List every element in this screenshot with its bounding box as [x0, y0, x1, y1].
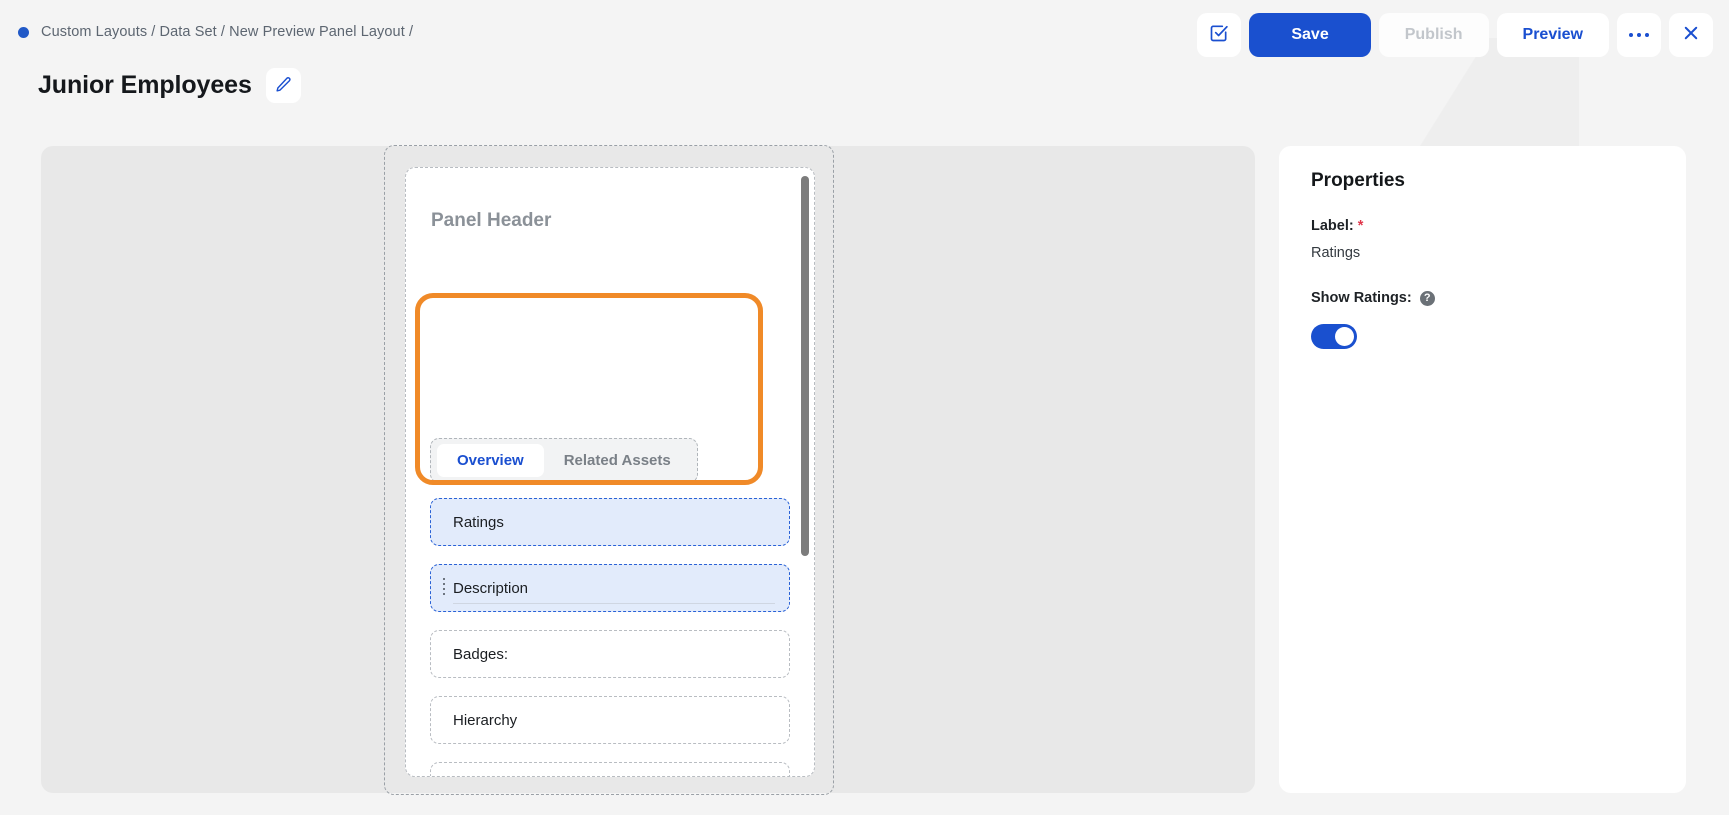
- label-field-caption: Label: *: [1311, 218, 1363, 234]
- drag-handle-icon[interactable]: [443, 578, 445, 598]
- show-ratings-caption-text: Show Ratings:: [1311, 290, 1412, 306]
- field-label: Ratings: [453, 513, 504, 531]
- toggle-knob: [1335, 327, 1354, 346]
- field-label: Description: [453, 579, 529, 597]
- app-root: Custom Layouts / Data Set / New Preview …: [0, 0, 1729, 815]
- field-underline: [453, 603, 775, 604]
- field-list: Ratings Description Badges: Hierarchy: [406, 498, 814, 776]
- edit-title-button[interactable]: [265, 68, 301, 103]
- toolbar-actions: Save Publish Preview: [1197, 13, 1713, 57]
- breadcrumb: Custom Layouts / Data Set / New Preview …: [18, 24, 413, 40]
- field-item-ratings[interactable]: Ratings: [430, 498, 790, 546]
- field-item-custom-attributes[interactable]: Custom Attributes:: [430, 762, 790, 776]
- label-field-caption-text: Label:: [1311, 218, 1354, 234]
- publish-button: Publish: [1378, 13, 1489, 57]
- field-label: Badges:: [453, 645, 509, 663]
- page-title-row: Junior Employees: [38, 68, 301, 103]
- properties-title: Properties: [1311, 170, 1405, 191]
- page-title: Junior Employees: [38, 71, 252, 99]
- panel-tabs: Overview Related Assets: [430, 438, 698, 483]
- properties-panel: Properties Label: * Ratings Show Ratings…: [1279, 146, 1686, 793]
- preview-button[interactable]: Preview: [1496, 13, 1609, 57]
- show-ratings-toggle[interactable]: [1311, 324, 1357, 349]
- ellipsis-icon: [1628, 32, 1650, 38]
- more-options-button[interactable]: [1617, 13, 1661, 57]
- label-field-value[interactable]: Ratings: [1311, 245, 1360, 261]
- pencil-icon: [275, 76, 292, 96]
- field-label: Hierarchy: [453, 711, 518, 729]
- required-marker: *: [1357, 218, 1364, 234]
- show-ratings-caption: Show Ratings: ?: [1311, 290, 1435, 306]
- save-button[interactable]: Save: [1249, 13, 1371, 57]
- panel-header-text: Panel Header: [431, 210, 552, 231]
- help-icon[interactable]: ?: [1419, 290, 1435, 306]
- tab-related-assets[interactable]: Related Assets: [544, 444, 691, 477]
- breadcrumb-text[interactable]: Custom Layouts / Data Set / New Preview …: [41, 24, 413, 40]
- field-item-description[interactable]: Description: [430, 564, 790, 612]
- preview-panel[interactable]: Panel Header Overview Related Assets Des…: [405, 167, 815, 777]
- field-item-hierarchy[interactable]: Hierarchy: [430, 696, 790, 744]
- status-dot-icon: [18, 26, 29, 38]
- checklist-button[interactable]: [1197, 13, 1242, 57]
- panel-scrollbar-thumb[interactable]: [801, 176, 809, 556]
- top-toolbar: Custom Layouts / Data Set / New Preview …: [0, 0, 1729, 70]
- tab-overview[interactable]: Overview: [437, 444, 544, 477]
- close-button[interactable]: [1669, 13, 1713, 57]
- field-item-badges[interactable]: Badges:: [430, 630, 790, 678]
- panel-scrollbar-track[interactable]: [801, 176, 809, 770]
- checkbox-check-icon: [1209, 23, 1229, 48]
- close-icon: [1682, 24, 1700, 47]
